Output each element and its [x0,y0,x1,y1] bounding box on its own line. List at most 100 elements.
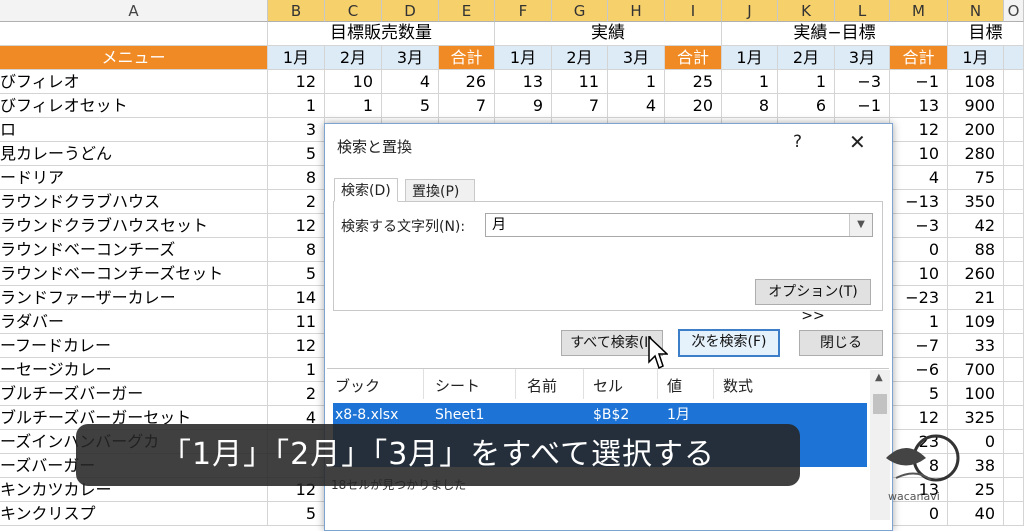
chevron-down-icon[interactable]: ▼ [849,214,872,236]
value-cell[interactable]: 7 [439,94,495,118]
value-cell[interactable]: 11 [268,310,325,334]
value-cell[interactable]: 108 [948,70,1004,94]
value-cell[interactable] [1004,502,1024,526]
value-cell[interactable]: 10 [890,142,948,166]
value-cell[interactable]: 13 [890,94,948,118]
value-cell[interactable]: 2 [268,382,325,406]
month-header[interactable]: 合計 [665,46,722,70]
value-cell[interactable] [1004,382,1024,406]
value-cell[interactable]: −7 [890,334,948,358]
tab-replace[interactable]: 置換(P) [405,179,475,203]
find-input[interactable]: 月 ▼ [485,213,873,237]
menu-cell[interactable]: ードリア [0,166,268,190]
value-cell[interactable]: 5 [268,502,325,526]
value-cell[interactable]: 1 [722,70,778,94]
menu-cell[interactable]: ロ [0,118,268,142]
value-cell[interactable]: 12 [268,334,325,358]
menu-cell[interactable]: ラウンドクラブハウスセット [0,214,268,238]
menu-header[interactable]: メニュー [0,46,268,70]
menu-cell[interactable]: ランドファーザーカレー [0,286,268,310]
value-cell[interactable]: 8 [722,94,778,118]
month-header[interactable]: 1月 [495,46,552,70]
value-cell[interactable]: 21 [948,286,1004,310]
group-header-empty[interactable] [0,22,268,46]
value-cell[interactable]: 1 [268,358,325,382]
value-cell[interactable] [1004,358,1024,382]
value-cell[interactable] [1004,406,1024,430]
value-cell[interactable]: 10 [325,70,382,94]
value-cell[interactable]: 13 [495,70,552,94]
value-cell[interactable]: −6 [890,358,948,382]
value-cell[interactable]: 88 [948,238,1004,262]
value-cell[interactable]: 350 [948,190,1004,214]
month-header[interactable]: 合計 [890,46,948,70]
menu-cell[interactable]: びフィレオ [0,70,268,94]
options-button[interactable]: オプション(T) >> [755,279,871,324]
tab-find[interactable]: 検索(D) [334,178,398,202]
value-cell[interactable] [1004,190,1024,214]
value-cell[interactable]: 75 [948,166,1004,190]
menu-cell[interactable]: 見カレーうどん [0,142,268,166]
column-header-k[interactable]: K [778,0,835,22]
column-header-f[interactable]: F [495,0,552,22]
value-cell[interactable]: 5 [890,382,948,406]
value-cell[interactable]: 1 [608,70,665,94]
value-cell[interactable]: 200 [948,118,1004,142]
value-cell[interactable]: 2 [268,190,325,214]
month-header[interactable]: 1月 [948,46,1004,70]
value-cell[interactable]: 3 [268,118,325,142]
value-cell[interactable]: 109 [948,310,1004,334]
value-cell[interactable]: 8 [268,166,325,190]
month-header[interactable] [1004,46,1024,70]
value-cell[interactable]: 12 [268,70,325,94]
month-header[interactable]: 2月 [552,46,608,70]
results-header-sheet[interactable]: シート [435,375,480,396]
value-cell[interactable]: 1 [778,70,835,94]
value-cell[interactable] [1004,430,1024,454]
results-header-cell[interactable]: セル [593,375,623,396]
group-header[interactable]: 実績−目標 [722,22,948,46]
value-cell[interactable] [1004,262,1024,286]
column-header-c[interactable]: C [325,0,382,22]
menu-cell[interactable]: ラダバー [0,310,268,334]
chevron-up-icon[interactable]: ▲ [875,372,883,383]
value-cell[interactable]: 1 [890,310,948,334]
column-header-b[interactable]: B [268,0,325,22]
close-button[interactable]: 閉じる [799,330,883,356]
results-header-book[interactable]: ブック [335,375,380,396]
group-header[interactable]: 目標 [948,22,1024,46]
value-cell[interactable]: 20 [665,94,722,118]
value-cell[interactable]: 4 [890,166,948,190]
menu-cell[interactable]: キンクリスプ [0,502,268,526]
value-cell[interactable]: 100 [948,382,1004,406]
results-header-formula[interactable]: 数式 [723,375,753,396]
group-header[interactable]: 実績 [495,22,722,46]
menu-cell[interactable]: ーセージカレー [0,358,268,382]
results-header-name[interactable]: 名前 [527,375,557,396]
help-button[interactable]: ? [793,132,802,152]
value-cell[interactable]: 8 [268,238,325,262]
value-cell[interactable] [1004,118,1024,142]
menu-cell[interactable]: ーフードカレー [0,334,268,358]
value-cell[interactable]: 900 [948,94,1004,118]
value-cell[interactable]: 4 [608,94,665,118]
value-cell[interactable] [1004,142,1024,166]
value-cell[interactable] [1004,238,1024,262]
value-cell[interactable]: −23 [890,286,948,310]
menu-cell[interactable]: ブルチーズバーガー [0,382,268,406]
column-header-h[interactable]: H [608,0,665,22]
value-cell[interactable]: 26 [439,70,495,94]
value-cell[interactable]: 5 [382,94,439,118]
month-header[interactable]: 1月 [722,46,778,70]
menu-cell[interactable]: ラウンドクラブハウス [0,190,268,214]
menu-cell[interactable]: びフィレオセット [0,94,268,118]
results-header-value[interactable]: 値 [667,375,682,396]
column-header-a[interactable]: A [0,0,268,22]
value-cell[interactable]: −1 [835,94,890,118]
value-cell[interactable]: 25 [665,70,722,94]
menu-cell[interactable]: ラウンドベーコンチーズセット [0,262,268,286]
month-header[interactable]: 3月 [835,46,890,70]
column-header-m[interactable]: M [890,0,948,22]
value-cell[interactable]: 0 [890,238,948,262]
value-cell[interactable]: 12 [890,118,948,142]
